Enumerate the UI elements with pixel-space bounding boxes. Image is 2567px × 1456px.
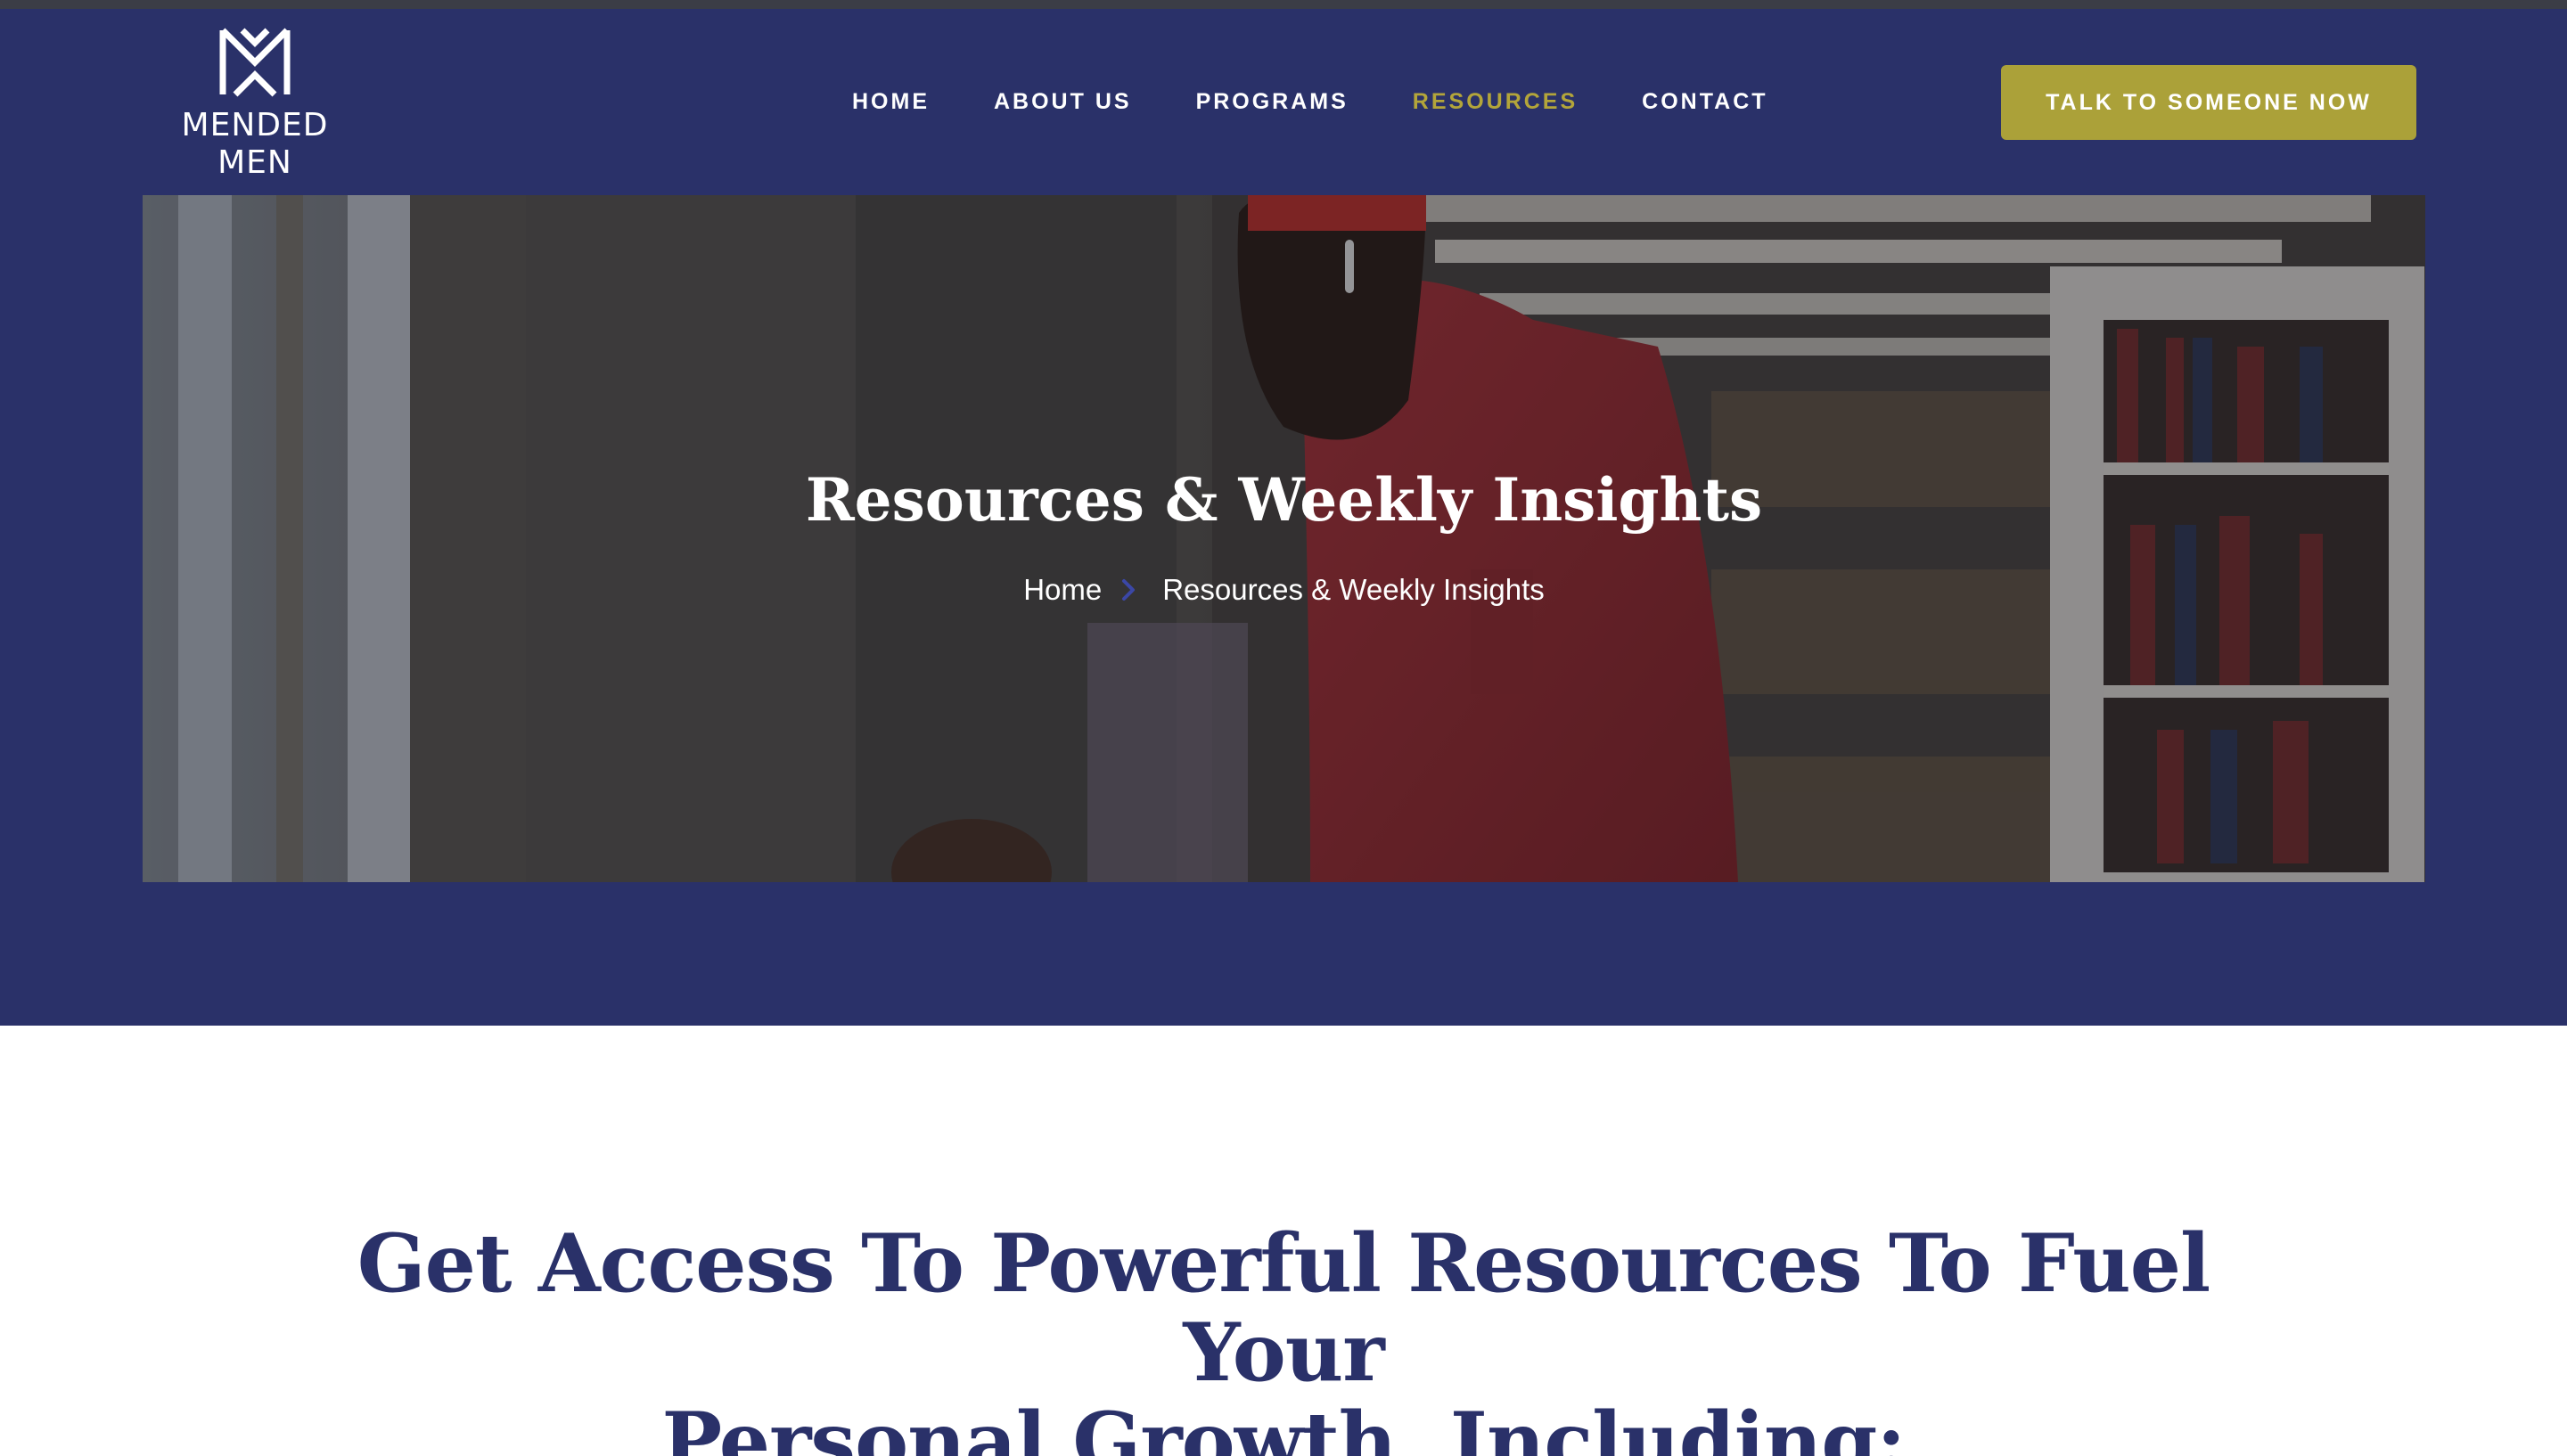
heading-line-2: Personal Growth, Including:	[661, 1395, 1906, 1456]
breadcrumb-current: Resources & Weekly Insights	[1162, 573, 1545, 606]
hero-dark-overlay	[143, 195, 2425, 882]
page-title: Resources & Weekly Insights	[805, 465, 1763, 535]
nav-item-contact[interactable]: CONTACT	[1642, 89, 1767, 115]
browser-top-strip	[0, 0, 2567, 9]
main-nav: HOME ABOUT US PROGRAMS RESOURCES CONTACT	[852, 82, 1768, 121]
logo-wordmark: MENDED MEN	[175, 107, 335, 182]
nav-item-programs[interactable]: PROGRAMS	[1196, 89, 1349, 115]
site-logo[interactable]: MENDED MEN	[175, 25, 335, 182]
mm-monogram-icon	[219, 28, 291, 97]
nav-item-resources[interactable]: RESOURCES	[1413, 89, 1578, 115]
nav-item-about-us[interactable]: ABOUT US	[994, 89, 1132, 115]
breadcrumb-home-link[interactable]: Home	[1023, 573, 1102, 607]
logo-line-2: MEN	[217, 144, 292, 181]
logo-line-1: MENDED	[181, 107, 329, 143]
heading-line-1: Get Access To Powerful Resources To Fuel…	[357, 1216, 2210, 1400]
talk-to-someone-button[interactable]: TALK TO SOMEONE NOW	[2001, 65, 2416, 140]
breadcrumb: Home Resources & Weekly Insights	[143, 573, 2425, 607]
resources-intro-heading: Get Access To Powerful Resources To Fuel…	[321, 1219, 2246, 1456]
hero-banner: Resources & Weekly Insights Home Resourc…	[143, 195, 2425, 882]
chevron-right-icon	[1114, 576, 1143, 604]
nav-item-home[interactable]: HOME	[852, 89, 930, 115]
